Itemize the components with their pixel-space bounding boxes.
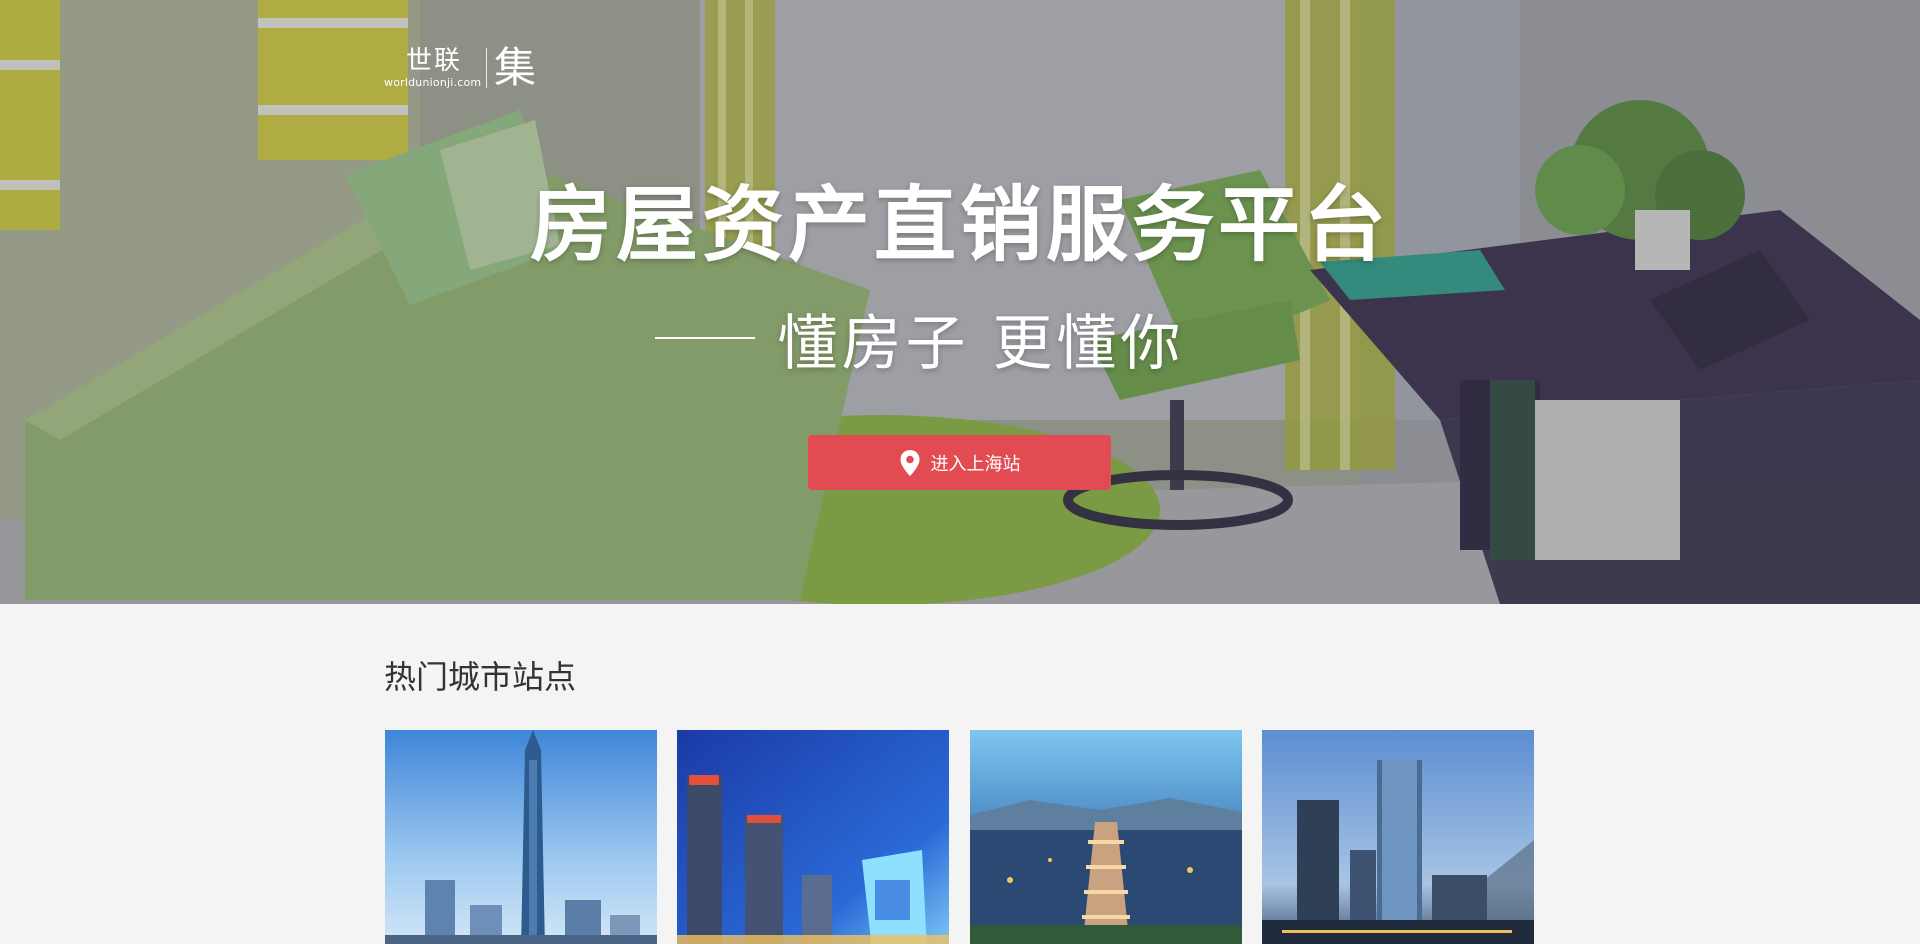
- city-towers-photo: [1262, 730, 1534, 944]
- hero-slogan-row: 懂房子 更懂你: [0, 298, 1920, 379]
- beijing-skyline-photo: [677, 730, 949, 944]
- enter-city-label: 进入上海站: [930, 453, 1021, 475]
- enter-city-button[interactable]: 进入上海站: [808, 435, 1111, 490]
- city-card[interactable]: [677, 730, 949, 944]
- city-card[interactable]: [970, 730, 1242, 944]
- section-title-hot-cities: 热门城市站点: [384, 658, 577, 696]
- city-card[interactable]: [1262, 730, 1534, 944]
- shenzhen-skyline-photo: [385, 730, 657, 944]
- city-card[interactable]: [385, 730, 657, 944]
- location-pin-icon: [899, 449, 921, 477]
- page: 世联 worldunionji.com 集 房屋资产直销服务平台 懂房子 更懂你…: [0, 0, 1920, 944]
- hero-slogan: 懂房子 更懂你: [777, 308, 1185, 379]
- logo-url: worldunionji.com: [384, 76, 482, 89]
- hero-banner: 世联 worldunionji.com 集 房屋资产直销服务平台 懂房子 更懂你…: [0, 0, 1920, 604]
- xian-pagoda-photo: [970, 730, 1242, 944]
- hero-headline: 房屋资产直销服务平台: [529, 178, 1390, 273]
- logo-text-ji: 集: [494, 43, 537, 92]
- site-logo[interactable]: 世联 worldunionji.com 集: [384, 46, 544, 92]
- city-grid: [385, 730, 1535, 944]
- logo-text-cn: 世联: [406, 46, 463, 76]
- logo-divider: [486, 48, 487, 88]
- slogan-dash: [655, 337, 756, 339]
